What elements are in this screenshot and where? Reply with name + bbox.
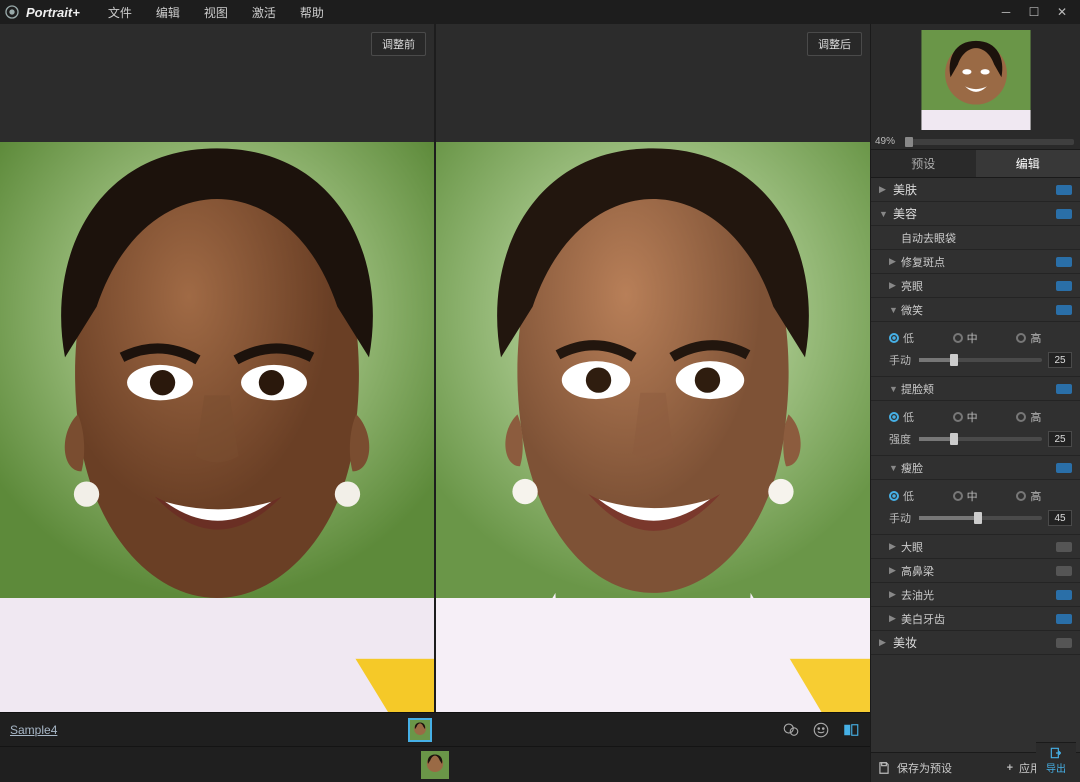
- chevron-right-icon: ▶: [889, 589, 897, 600]
- smile-mid[interactable]: 中: [953, 330, 1009, 346]
- smile-high[interactable]: 高: [1016, 330, 1072, 346]
- chevron-down-icon: ▼: [889, 305, 897, 315]
- plus-icon: +: [1007, 762, 1013, 774]
- main-content: 调整前: [0, 24, 1080, 782]
- slim-low[interactable]: 低: [889, 488, 945, 504]
- menu-file[interactable]: 文件: [96, 0, 144, 25]
- cheek-mid[interactable]: 中: [953, 409, 1009, 425]
- filmstrip-thumb[interactable]: [421, 751, 449, 779]
- toggle-nose[interactable]: [1056, 566, 1072, 576]
- compare-view: 调整前: [0, 24, 870, 712]
- chevron-down-icon: ▼: [879, 209, 887, 219]
- view-tools: [782, 721, 860, 739]
- chevron-right-icon: ▶: [879, 184, 887, 195]
- cheek-low[interactable]: 低: [889, 409, 945, 425]
- smile-low[interactable]: 低: [889, 330, 945, 346]
- min-button[interactable]: ─: [992, 2, 1020, 22]
- menu-activate[interactable]: 激活: [240, 0, 288, 25]
- sub-smile-body: 低 中 高 手动 25: [871, 322, 1080, 377]
- pane-before: 调整前: [0, 24, 434, 712]
- toggle-beauty[interactable]: [1056, 209, 1072, 219]
- sub-slim[interactable]: ▼ 瘦脸: [871, 456, 1080, 480]
- image-before: [0, 142, 434, 712]
- menu-help[interactable]: 帮助: [288, 0, 336, 25]
- menubar: 文件 编辑 视图 激活 帮助: [96, 0, 336, 25]
- sub-eyes[interactable]: ▶ 亮眼: [871, 274, 1080, 298]
- toggle-makeup[interactable]: [1056, 638, 1072, 648]
- navigator-preview: 49%: [871, 24, 1080, 150]
- slim-slider[interactable]: [919, 516, 1042, 520]
- panel-body[interactable]: ▶ 美肤 ▼ 美容 自动去眼袋 ▶ 修复斑点: [871, 178, 1080, 752]
- side-panel: 49% 预设 编辑 ▶ 美肤 ▼ 美容 自动去眼袋: [870, 24, 1080, 782]
- sub-cheek[interactable]: ▼ 提脸颊: [871, 377, 1080, 401]
- smile-slider[interactable]: [919, 358, 1042, 362]
- tab-presets[interactable]: 预设: [871, 150, 976, 177]
- sub-deoil[interactable]: ▶ 去油光: [871, 583, 1080, 607]
- sub-bigeye[interactable]: ▶ 大眼: [871, 535, 1080, 559]
- toggle-skin[interactable]: [1056, 185, 1072, 195]
- sub-teeth[interactable]: ▶ 美白牙齿: [871, 607, 1080, 631]
- menu-edit[interactable]: 编辑: [144, 0, 192, 25]
- menu-view[interactable]: 视图: [192, 0, 240, 25]
- chevron-right-icon: ▶: [889, 613, 897, 624]
- label-after: 调整后: [807, 32, 862, 56]
- image-after: [436, 142, 870, 712]
- chevron-right-icon: ▶: [889, 541, 897, 552]
- compare-icon[interactable]: [842, 721, 860, 739]
- export-icon: [1048, 746, 1064, 760]
- slim-mid[interactable]: 中: [953, 488, 1009, 504]
- toggle-eyes[interactable]: [1056, 281, 1072, 291]
- smile-icon[interactable]: [812, 721, 830, 739]
- chevron-right-icon: ▶: [889, 565, 897, 576]
- slim-value[interactable]: 45: [1048, 510, 1072, 526]
- panel-tabs: 预设 编辑: [871, 150, 1080, 178]
- toggle-smile[interactable]: [1056, 305, 1072, 315]
- cheek-high[interactable]: 高: [1016, 409, 1072, 425]
- pane-after: 调整后: [434, 24, 870, 712]
- toggle-bigeye[interactable]: [1056, 542, 1072, 552]
- sub-slim-body: 低 中 高 手动 45: [871, 480, 1080, 535]
- sub-spots[interactable]: ▶ 修复斑点: [871, 250, 1080, 274]
- title-bar: Portrait+ 文件 编辑 视图 激活 帮助 ─ ☐ ✕: [0, 0, 1080, 24]
- label-before: 调整前: [371, 32, 426, 56]
- app-logo-icon: [4, 4, 20, 20]
- chevron-right-icon: ▶: [889, 280, 897, 291]
- viewer: 调整前: [0, 24, 870, 782]
- max-button[interactable]: ☐: [1020, 2, 1048, 22]
- toggle-slim[interactable]: [1056, 463, 1072, 473]
- filmstrip: Sample4: [0, 712, 870, 782]
- window-controls: ─ ☐ ✕: [992, 2, 1076, 22]
- filename-link[interactable]: Sample4: [10, 723, 57, 737]
- close-button[interactable]: ✕: [1048, 2, 1076, 22]
- toggle-spots[interactable]: [1056, 257, 1072, 267]
- chevron-down-icon: ▼: [889, 384, 897, 394]
- sub-cheek-body: 低 中 高 强度 25: [871, 401, 1080, 456]
- group-makeup[interactable]: ▶ 美妆: [871, 631, 1080, 655]
- save-preset-button[interactable]: 保存为预设: [897, 760, 952, 776]
- face-detect-icon[interactable]: [782, 721, 800, 739]
- face-select-thumb[interactable]: [408, 718, 432, 742]
- sub-smile[interactable]: ▼ 微笑: [871, 298, 1080, 322]
- sub-eyebag[interactable]: 自动去眼袋: [871, 226, 1080, 250]
- app-window: Portrait+ 文件 编辑 视图 激活 帮助 ─ ☐ ✕ 调整前: [0, 0, 1080, 782]
- group-skin[interactable]: ▶ 美肤: [871, 178, 1080, 202]
- zoom-percent: 49%: [875, 136, 895, 147]
- app-title: Portrait+: [26, 5, 80, 20]
- toggle-teeth[interactable]: [1056, 614, 1072, 624]
- tab-edit[interactable]: 编辑: [976, 150, 1080, 177]
- chevron-down-icon: ▼: [889, 463, 897, 473]
- export-button[interactable]: 导出: [1036, 742, 1076, 778]
- cheek-value[interactable]: 25: [1048, 431, 1072, 447]
- chevron-right-icon: ▶: [879, 637, 887, 648]
- toggle-deoil[interactable]: [1056, 590, 1072, 600]
- sub-nose[interactable]: ▶ 高鼻梁: [871, 559, 1080, 583]
- group-beauty[interactable]: ▼ 美容: [871, 202, 1080, 226]
- zoom-slider[interactable]: [905, 139, 1074, 145]
- save-icon: [877, 761, 891, 775]
- cheek-slider[interactable]: [919, 437, 1042, 441]
- chevron-right-icon: ▶: [889, 256, 897, 267]
- toggle-cheek[interactable]: [1056, 384, 1072, 394]
- smile-value[interactable]: 25: [1048, 352, 1072, 368]
- slim-high[interactable]: 高: [1016, 488, 1072, 504]
